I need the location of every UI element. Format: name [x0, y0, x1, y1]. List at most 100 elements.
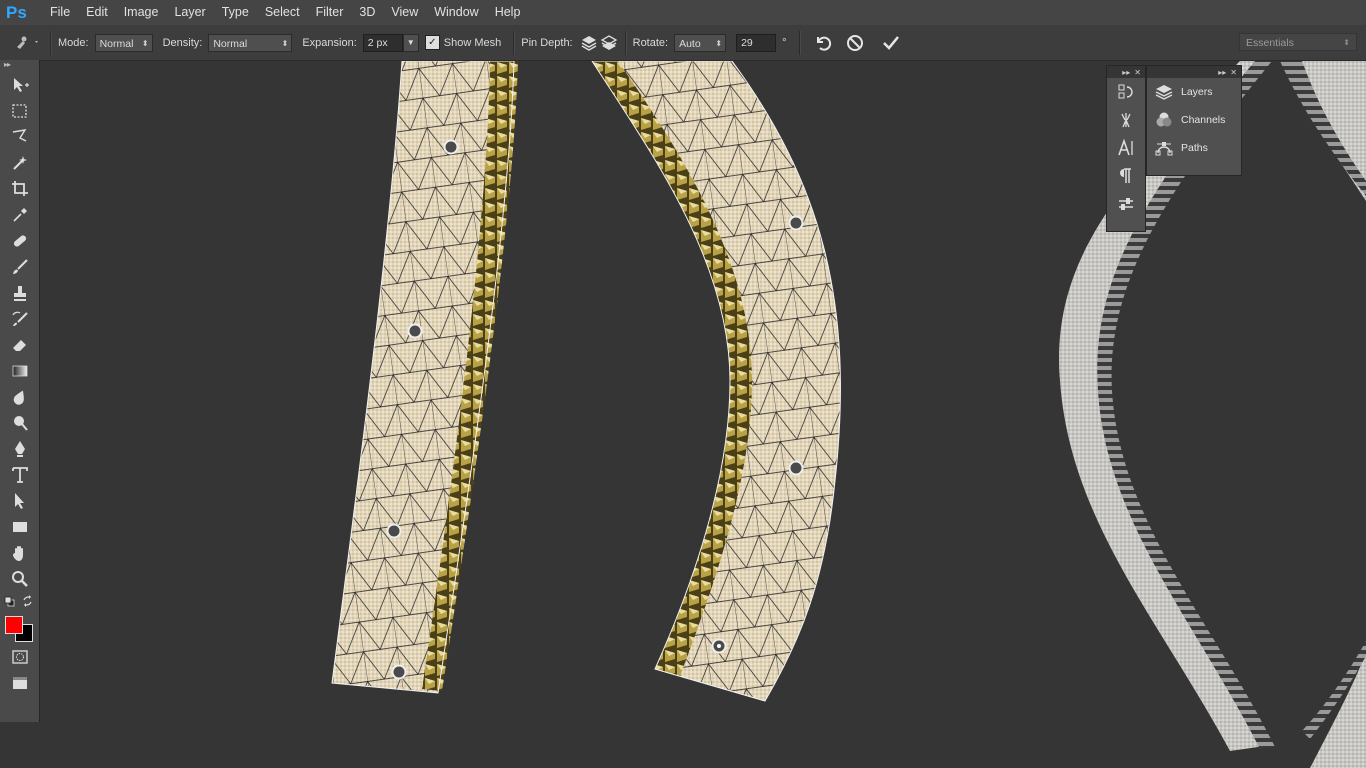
commit-icon[interactable] [881, 33, 901, 53]
pen-icon [14, 441, 25, 457]
hand-tool[interactable] [0, 540, 39, 566]
warp-pin[interactable] [788, 215, 804, 231]
density-dropdown[interactable]: Normal ⬍ [208, 33, 293, 52]
screen-mode-icon [12, 677, 27, 689]
hand-icon [12, 546, 23, 561]
density-label: Density: [162, 36, 203, 49]
warp-pin[interactable] [407, 323, 423, 339]
menu-file[interactable]: File [42, 0, 78, 25]
history-panel-button[interactable] [1107, 78, 1145, 106]
marquee-tool[interactable] [0, 98, 39, 124]
move-tool[interactable] [0, 72, 39, 98]
dodge-icon [13, 416, 28, 431]
history-brush-tool[interactable] [0, 306, 39, 332]
menu-3d[interactable]: 3D [351, 0, 383, 25]
foreground-color-swatch[interactable] [5, 616, 23, 634]
mode-label: Mode: [58, 36, 89, 49]
channels-panel-button[interactable]: Channels [1147, 106, 1241, 134]
close-icon[interactable]: ✕ [1134, 68, 1141, 77]
menu-help[interactable]: Help [487, 0, 529, 25]
menu-view[interactable]: View [383, 0, 426, 25]
tools-panel: ▸▸ [0, 60, 40, 722]
eyedropper-tool[interactable] [0, 202, 39, 228]
puppet-warp-tool-preset-icon[interactable] [8, 33, 44, 53]
dropdown-arrow-icon: ⬍ [715, 38, 723, 48]
screen-mode-button[interactable] [0, 670, 39, 696]
rotate-degrees-input[interactable]: 29 [736, 33, 777, 52]
gradient-tool[interactable] [0, 358, 39, 384]
pen-tool[interactable] [0, 436, 39, 462]
paths-label: Paths [1181, 142, 1208, 154]
layers-icon [1155, 85, 1173, 100]
gradient-icon [12, 365, 27, 377]
workspace-switcher[interactable]: Essentials ⬍ [1239, 33, 1357, 51]
healing-brush-tool[interactable] [0, 228, 39, 254]
menu-edit[interactable]: Edit [78, 0, 116, 25]
quick-mask-icon [11, 650, 28, 664]
healing-brush-icon [13, 235, 26, 247]
layers-channels-paths-panel: ▸▸ ✕ Layers Channels Paths [1146, 65, 1242, 176]
blur-tool[interactable] [0, 384, 39, 410]
warp-pin[interactable] [443, 139, 459, 155]
warp-pin[interactable] [391, 664, 407, 680]
crop-tool[interactable] [0, 176, 39, 202]
channels-icon [1156, 112, 1172, 127]
warp-pin[interactable] [386, 523, 402, 539]
cancel-icon[interactable] [845, 33, 865, 53]
eraser-tool[interactable] [0, 332, 39, 358]
undo-icon[interactable] [813, 33, 833, 53]
history-icon [1118, 84, 1133, 99]
show-mesh-checkbox[interactable]: ✓ [424, 35, 440, 50]
quick-mask-button[interactable] [0, 644, 39, 670]
color-controls [0, 592, 39, 614]
brush-presets-icon [1121, 113, 1131, 128]
layers-label: Layers [1181, 86, 1213, 98]
toolbar-collapse-icon[interactable]: ▸▸ [0, 60, 39, 72]
rectangle-tool[interactable] [0, 514, 39, 540]
collapsed-panel-strip: ▸▸ ✕ [1106, 65, 1146, 232]
warp-pin[interactable] [788, 460, 804, 476]
default-colors-icon[interactable] [4, 596, 15, 607]
zoom-tool[interactable] [0, 566, 39, 592]
menu-image[interactable]: Image [116, 0, 167, 25]
mode-dropdown[interactable]: Normal ⬍ [94, 33, 153, 52]
pin-backward-icon[interactable] [599, 33, 619, 53]
expand-panels-icon[interactable]: ▸▸ [1218, 68, 1226, 77]
adjustments-panel-button[interactable] [1107, 190, 1145, 218]
pin-forward-icon[interactable] [579, 33, 599, 53]
rotate-value: Auto [679, 37, 701, 50]
workspace-label: Essentials [1246, 37, 1294, 49]
left-zipper-strap [331, 61, 518, 694]
expansion-input[interactable]: 2 px [362, 33, 403, 52]
expansion-label: Expansion: [302, 36, 357, 49]
character-panel-button[interactable] [1107, 134, 1145, 162]
menu-select[interactable]: Select [257, 0, 308, 25]
menu-filter[interactable]: Filter [308, 0, 352, 25]
close-icon[interactable]: ✕ [1230, 68, 1237, 77]
paragraph-panel-button[interactable] [1107, 162, 1145, 190]
type-icon [11, 467, 28, 483]
dodge-tool[interactable] [0, 410, 39, 436]
dropdown-arrow-icon: ⬍ [1343, 38, 1350, 47]
lasso-tool[interactable] [0, 124, 39, 150]
magic-wand-tool[interactable] [0, 150, 39, 176]
menu-type[interactable]: Type [214, 0, 257, 25]
paths-panel-button[interactable]: Paths [1147, 134, 1241, 162]
clone-stamp-tool[interactable] [0, 280, 39, 306]
panel-list-header: ▸▸ ✕ [1147, 66, 1241, 78]
path-selection-tool[interactable] [0, 488, 39, 514]
panel-strip-header: ▸▸ ✕ [1107, 66, 1145, 78]
layers-panel-button[interactable]: Layers [1147, 78, 1241, 106]
expand-panels-icon[interactable]: ▸▸ [1122, 68, 1130, 77]
paths-icon [1155, 142, 1173, 156]
tool-presets-button[interactable] [1107, 106, 1145, 134]
expansion-dropdown-button[interactable]: ▼ [402, 33, 419, 52]
menu-window[interactable]: Window [426, 0, 486, 25]
menu-layer[interactable]: Layer [166, 0, 213, 25]
type-tool[interactable] [0, 462, 39, 488]
brush-tool[interactable] [0, 254, 39, 280]
rotate-label: Rotate: [632, 36, 669, 49]
swap-colors-icon[interactable] [22, 595, 34, 607]
mode-value: Normal [99, 37, 134, 50]
rotate-dropdown[interactable]: Auto ⬍ [674, 33, 727, 52]
